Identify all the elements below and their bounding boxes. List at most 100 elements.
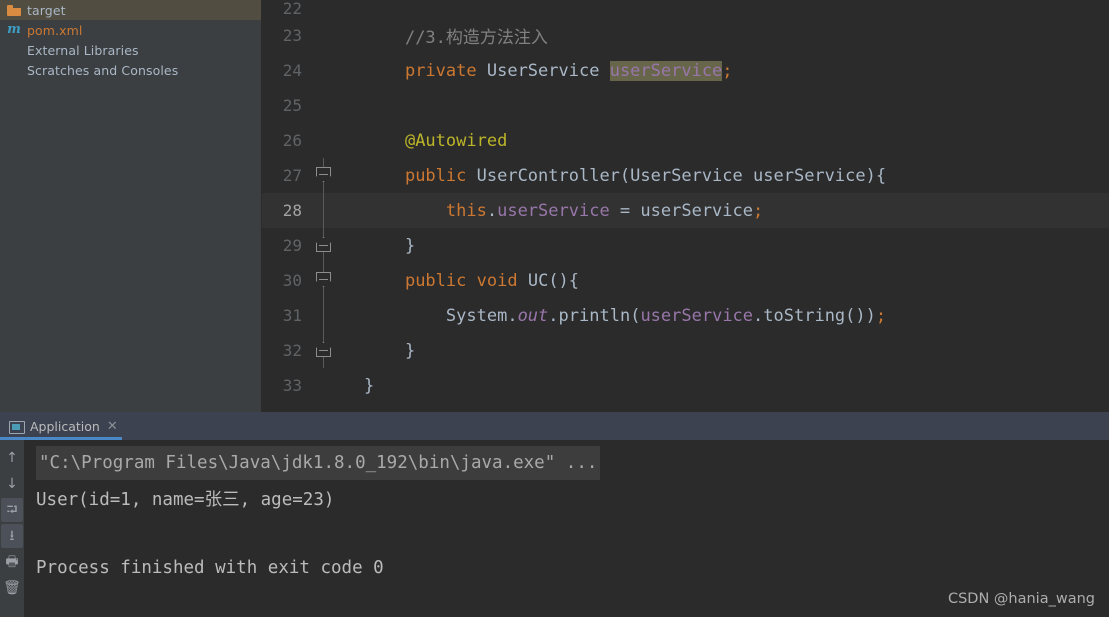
code-line-30[interactable]: 30 public void UC(){ (262, 263, 1109, 298)
code-line-33[interactable]: 33} (262, 368, 1109, 403)
token: userService (753, 165, 866, 186)
fold-gutter[interactable] (310, 123, 338, 158)
code-text: this.userService = userService; (338, 201, 1109, 221)
token: ){ (865, 165, 887, 186)
code-line-25[interactable]: 25 (262, 88, 1109, 123)
token: . (548, 305, 559, 326)
token: //3.构造方法注入 (404, 28, 548, 48)
code-line-31[interactable]: 31 System.out.println(userService.toStri… (262, 298, 1109, 333)
code-text: private UserService userService; (338, 60, 1109, 81)
token: void (476, 270, 518, 291)
clear-all-button[interactable]: 🗑 (1, 576, 23, 600)
scroll-up-icon: ↑ (6, 450, 18, 466)
fold-region-end-icon[interactable] (316, 342, 331, 357)
fold-region-line (323, 193, 324, 228)
token: this (445, 200, 487, 221)
token: userService (609, 60, 723, 81)
fold-gutter[interactable] (310, 18, 338, 53)
code-editor[interactable]: 22 23 //3.构造方法注入 24 private UserService us… (262, 0, 1109, 412)
console-line-wrap: "C:\Program Files\Java\jdk1.8.0_192\bin\… (36, 446, 1109, 480)
token: out (517, 305, 549, 326)
print-icon: 🖶 (5, 554, 19, 570)
scroll-up-button[interactable]: ↑ (1, 446, 23, 470)
fold-collapse-icon[interactable] (316, 272, 331, 287)
scroll-down-icon: ↓ (6, 476, 18, 492)
token: UC (527, 270, 549, 291)
line-number: 28 (282, 201, 302, 220)
console-panel: ↑ ↓ ⮒ ⭳ 🖶 🗑 "C:\Program Files\Java\jdk1.8.0_1… (0, 440, 1109, 617)
project-tree-panel[interactable]: target m pom.xml External Libraries Scratche… (0, 0, 262, 412)
close-icon[interactable]: ✕ (107, 420, 118, 433)
token: . (486, 200, 498, 221)
tree-item-pom-xml[interactable]: m pom.xml (0, 20, 261, 40)
token: println (558, 305, 631, 326)
console-command-line: "C:\Program Files\Java\jdk1.8.0_192\bin\… (36, 446, 601, 480)
console-output-line: Process finished with exit code 0 (36, 558, 384, 578)
tree-item-scratches-and-consoles[interactable]: Scratches and Consoles (0, 60, 261, 80)
scroll-to-end-button[interactable]: ⭳ (1, 524, 23, 548)
line-number: 31 (282, 306, 302, 325)
code-line-32[interactable]: 32 } (262, 333, 1109, 368)
code-line-24[interactable]: 24 private UserService userService; (262, 53, 1109, 88)
top-area: target m pom.xml External Libraries Scratche… (0, 0, 1109, 412)
code-line-29[interactable]: 29 } (262, 228, 1109, 263)
token: ; (753, 200, 764, 221)
fold-gutter[interactable] (310, 158, 338, 193)
watermark: CSDN @hania_wang (947, 591, 1095, 607)
tab-application[interactable]: Application ✕ (0, 412, 122, 440)
code-text: } (338, 376, 1109, 396)
fold-gutter[interactable] (310, 333, 338, 368)
token: ( (630, 305, 641, 326)
line-number: 22 (282, 0, 302, 18)
code-line-28[interactable]: 28 this.userService = userService; (262, 193, 1109, 228)
fold-region-end-icon[interactable] (316, 237, 331, 252)
token: = (609, 200, 641, 221)
fold-collapse-icon[interactable] (316, 167, 331, 182)
fold-gutter[interactable] (310, 298, 338, 333)
soft-wrap-button[interactable]: ⮒ (1, 498, 23, 522)
fold-gutter[interactable] (310, 368, 338, 403)
tree-item-label: target (27, 2, 66, 18)
fold-gutter[interactable] (310, 53, 338, 88)
code-text: } (338, 236, 1109, 256)
token: ()) (845, 305, 876, 326)
editor-line-list: 22 23 //3.构造方法注入 24 private UserService us… (262, 0, 1109, 403)
console-toolbar: ↑ ↓ ⮒ ⭳ 🖶 🗑 (0, 440, 24, 617)
console-line-wrap: User(id=1, name=张三, age=23) (36, 480, 1109, 520)
token: ; (722, 60, 733, 81)
tree-item-target[interactable]: target (0, 0, 261, 20)
code-line-27[interactable]: 27 public UserController(UserService use… (262, 158, 1109, 193)
line-number: 23 (282, 26, 302, 45)
application-icon (8, 418, 25, 434)
token: userService (640, 305, 754, 326)
print-button[interactable]: 🖶 (1, 550, 23, 574)
fold-gutter[interactable] (310, 88, 338, 123)
line-number: 25 (282, 96, 302, 115)
code-line-26[interactable]: 26 @Autowired (262, 123, 1109, 158)
fold-gutter[interactable] (310, 263, 338, 298)
code-text: //3.构造方法注入 (338, 23, 1109, 48)
console-output[interactable]: "C:\Program Files\Java\jdk1.8.0_192\bin\… (24, 440, 1109, 617)
line-number: 26 (282, 131, 302, 150)
tree-item-external-libraries[interactable]: External Libraries (0, 40, 261, 60)
line-number: 27 (282, 166, 302, 185)
code-line-22[interactable]: 22 (262, 0, 1109, 18)
scroll-down-button[interactable]: ↓ (1, 472, 23, 496)
fold-gutter[interactable] (310, 193, 338, 228)
tree-item-label: External Libraries (27, 42, 139, 58)
soft-wrap-icon: ⮒ (6, 502, 18, 518)
fold-gutter[interactable] (310, 0, 338, 18)
token: . (507, 305, 518, 326)
code-line-23[interactable]: 23 //3.构造方法注入 (262, 18, 1109, 53)
code-text: } (338, 341, 1109, 361)
token: private (404, 60, 477, 81)
fold-gutter[interactable] (310, 228, 338, 263)
